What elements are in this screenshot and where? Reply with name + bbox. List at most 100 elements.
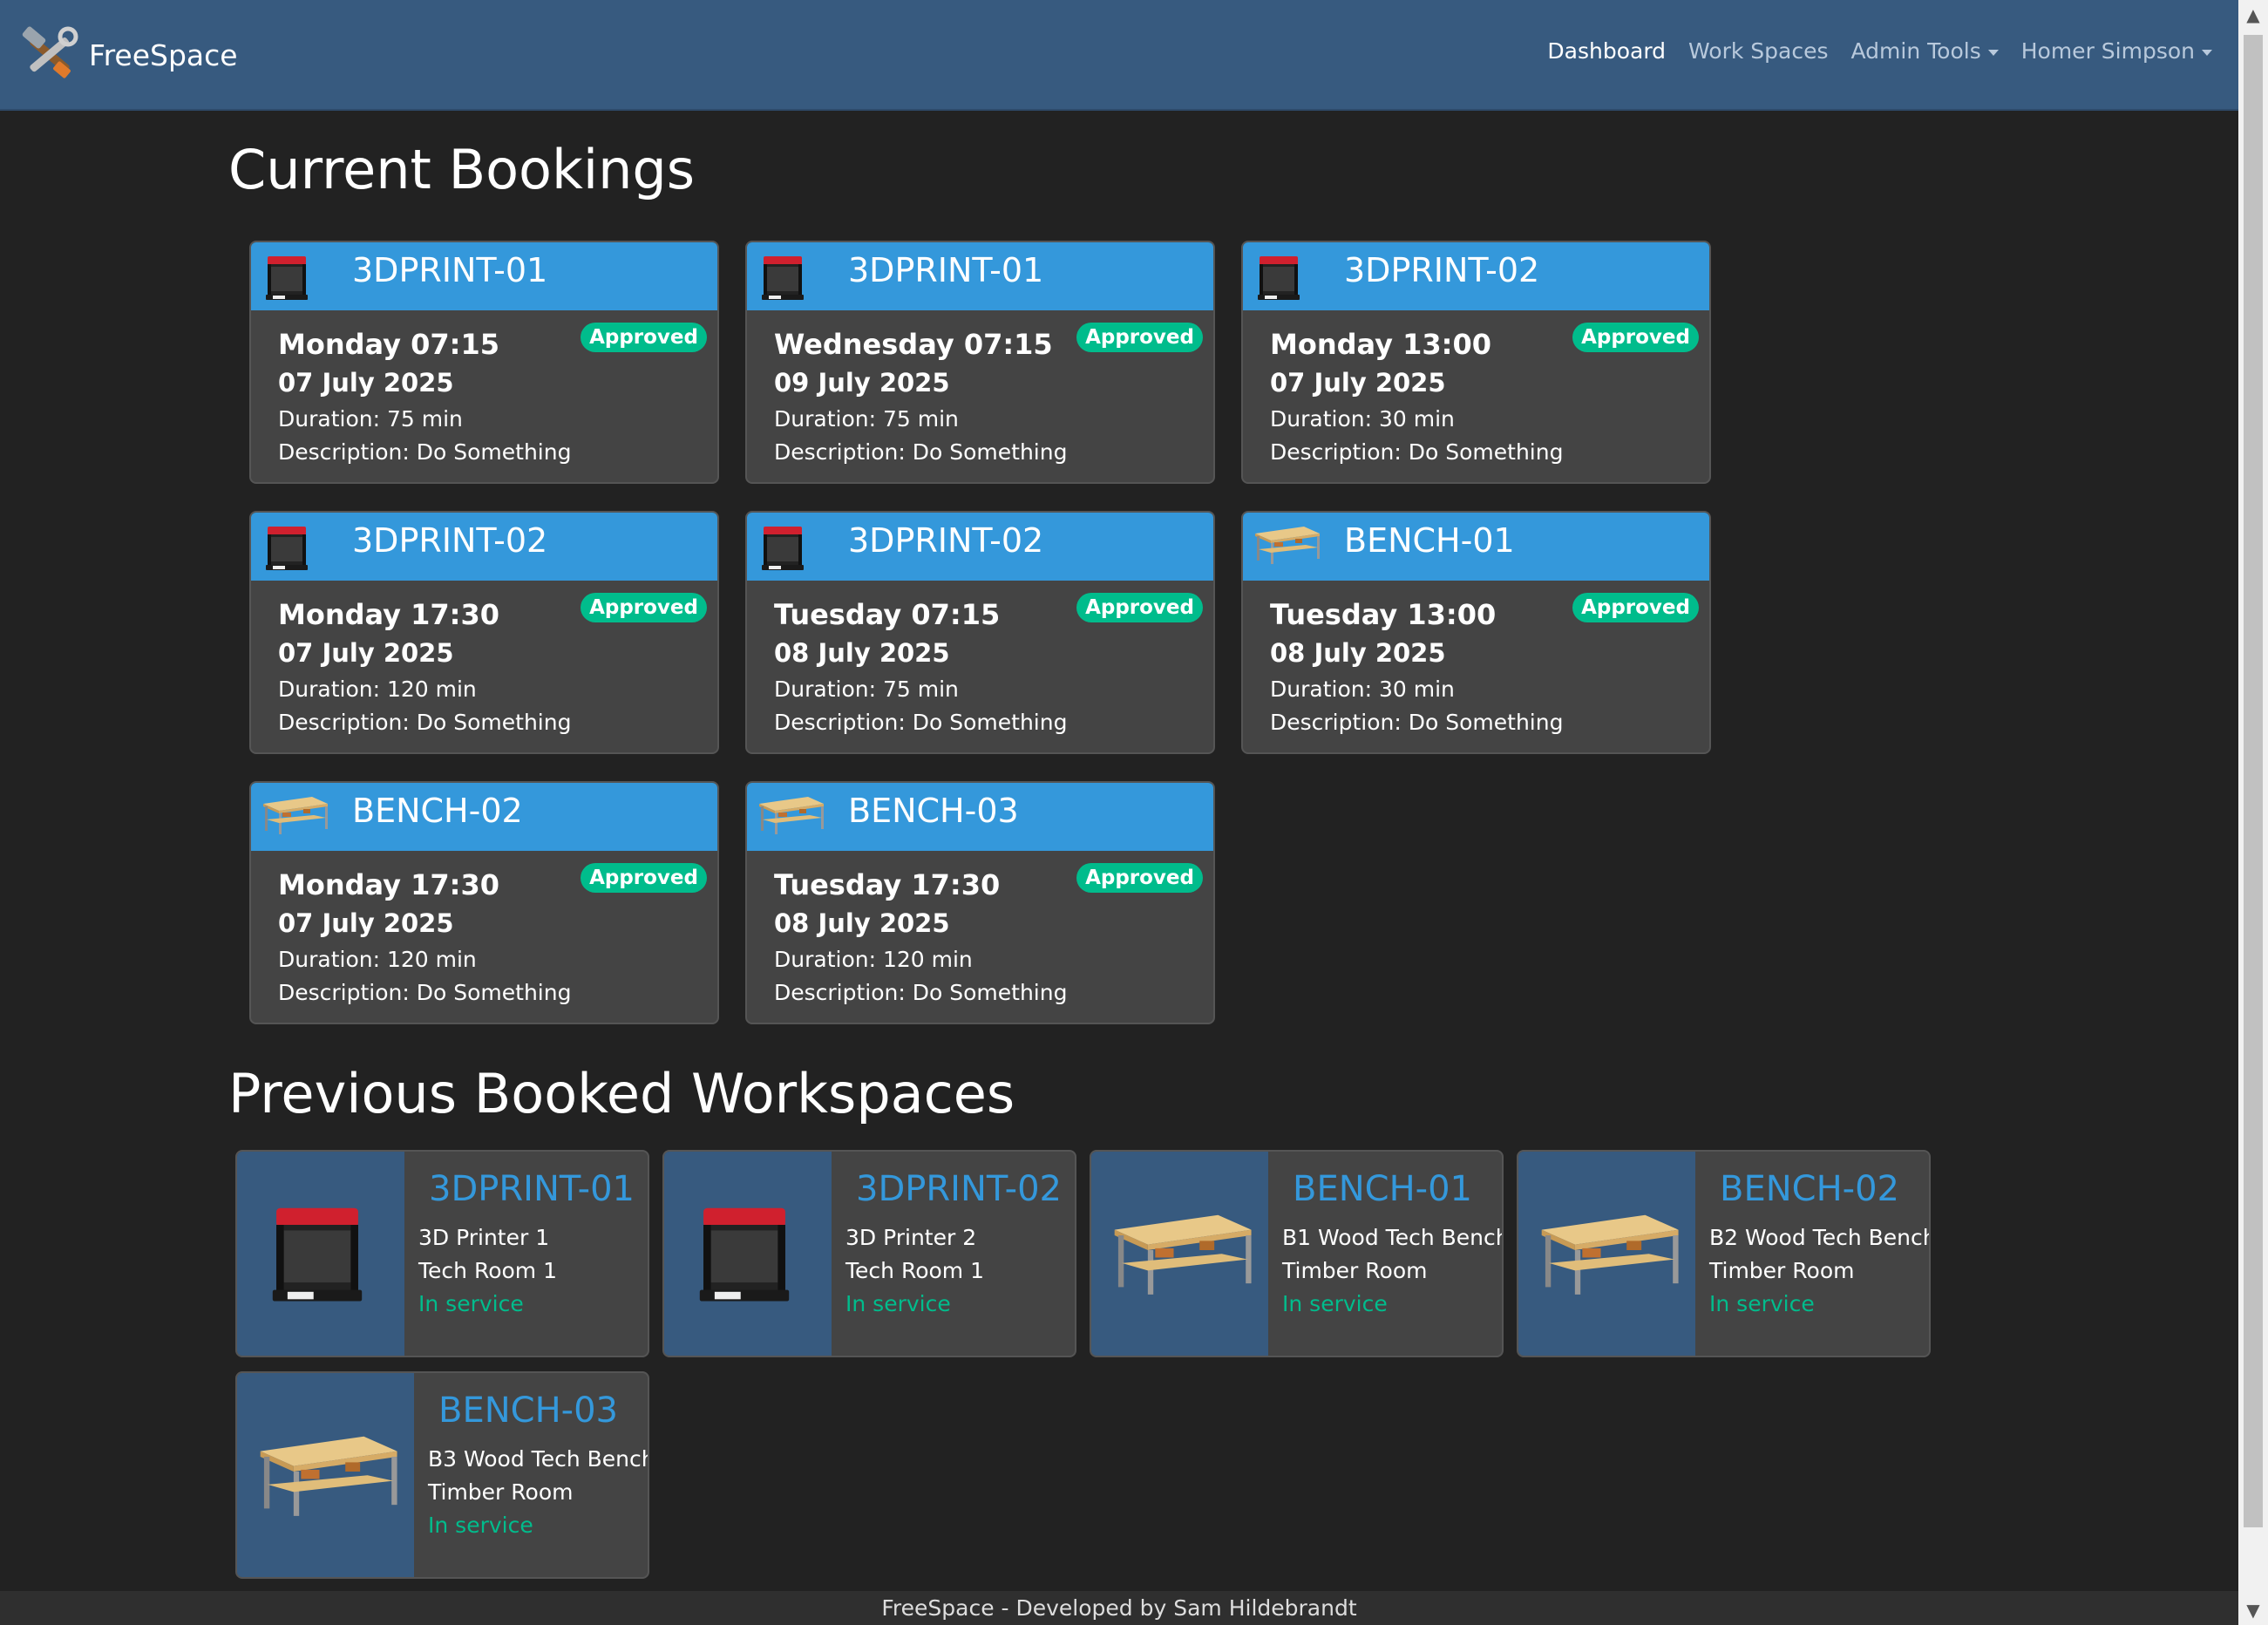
current-bookings-title: Current Bookings [228,138,696,201]
booking-day-time: Monday 13:00 [1270,328,1491,361]
booking-workspace-name: BENCH-03 [848,792,1019,830]
booking-description: Description: Do Something [774,710,1068,735]
booking-card-header: BENCH-01 [1243,513,1709,581]
nav-user-dropdown[interactable]: Homer Simpson [2021,38,2212,64]
booking-duration: Duration: 75 min [278,406,463,432]
workspace-card[interactable]: 3DPRINT-01 3D Printer 1 Tech Room 1 In s… [235,1150,649,1357]
footer-text: FreeSpace - Developed by Sam Hildebrandt [881,1595,1357,1621]
booking-card[interactable]: 3DPRINT-02 Approved Monday 17:30 07 July… [249,511,719,754]
workspace-room: Timber Room [1282,1258,1428,1283]
chevron-down-icon [2202,49,2212,56]
booking-description: Description: Do Something [1270,710,1564,735]
booking-card-header: 3DPRINT-02 [1243,242,1709,310]
booking-description: Description: Do Something [278,710,572,735]
booking-date: 07 July 2025 [278,908,454,938]
booking-card-header: BENCH-03 [747,783,1213,851]
booking-workspace-name: BENCH-02 [352,792,523,830]
workspace-name[interactable]: BENCH-03 [438,1390,618,1431]
booking-duration: Duration: 30 min [1270,677,1455,702]
printer-thumbnail [756,251,810,303]
booking-day-time: Wednesday 07:15 [774,328,1053,361]
workspace-name[interactable]: 3DPRINT-01 [429,1169,635,1209]
workspace-model: B3 Wood Tech Bench [428,1446,649,1472]
scrollbar[interactable]: ▲ ▼ [2238,0,2268,1625]
scroll-down-arrow-icon[interactable]: ▼ [2238,1595,2268,1625]
workspace-card[interactable]: 3DPRINT-02 3D Printer 2 Tech Room 1 In s… [662,1150,1076,1357]
booking-date: 09 July 2025 [774,368,950,398]
booking-description: Description: Do Something [278,980,572,1005]
booking-day-time: Tuesday 13:00 [1270,598,1497,631]
workspace-name[interactable]: BENCH-01 [1293,1169,1472,1209]
booking-date: 08 July 2025 [774,908,950,938]
workspace-name[interactable]: BENCH-02 [1720,1169,1899,1209]
navbar: FreeSpace Dashboard Work Spaces Admin To… [0,0,2238,111]
nav-menu: Dashboard Work Spaces Admin Tools Homer … [1547,38,2212,64]
booking-card-header: 3DPRINT-01 [747,242,1213,310]
printer-image [664,1152,832,1356]
bench-thumbnail [1252,521,1320,574]
printer-thumbnail [756,521,810,574]
status-badge: Approved [1572,593,1699,622]
workspace-model: 3D Printer 2 [845,1225,977,1250]
scrollbar-thumb[interactable] [2244,35,2263,1527]
booking-date: 08 July 2025 [774,638,950,668]
booking-card-header: 3DPRINT-01 [251,242,717,310]
nav-workspaces[interactable]: Work Spaces [1688,38,1828,64]
nav-admin-tools-label: Admin Tools [1850,38,1981,64]
nav-dashboard[interactable]: Dashboard [1547,38,1666,64]
booking-card[interactable]: BENCH-02 Approved Monday 17:30 07 July 2… [249,781,719,1024]
booking-card[interactable]: 3DPRINT-01 Approved Wednesday 07:15 09 J… [745,241,1215,484]
booking-card[interactable]: 3DPRINT-02 Approved Monday 13:00 07 July… [1241,241,1711,484]
booking-card[interactable]: BENCH-01 Approved Tuesday 13:00 08 July … [1241,511,1711,754]
nav-admin-tools-dropdown[interactable]: Admin Tools [1851,38,1999,64]
booking-workspace-name: 3DPRINT-02 [848,521,1044,560]
booking-workspace-name: 3DPRINT-02 [352,521,548,560]
workspace-model: 3D Printer 1 [418,1225,550,1250]
nav-user-label: Homer Simpson [2020,38,2195,64]
booking-description: Description: Do Something [774,980,1068,1005]
previous-workspaces-title: Previous Booked Workspaces [228,1062,1015,1125]
booking-card[interactable]: 3DPRINT-02 Approved Tuesday 07:15 08 Jul… [745,511,1215,754]
bench-image [237,1373,414,1577]
booking-day-time: Monday 07:15 [278,328,499,361]
booking-card[interactable]: 3DPRINT-01 Approved Monday 07:15 07 July… [249,241,719,484]
bench-thumbnail [756,792,824,844]
booking-card[interactable]: BENCH-03 Approved Tuesday 17:30 08 July … [745,781,1215,1024]
scroll-up-arrow-icon[interactable]: ▲ [2238,0,2268,30]
printer-thumbnail [1252,251,1306,303]
workspace-status: In service [845,1291,951,1316]
booking-duration: Duration: 30 min [1270,406,1455,432]
booking-card-header: 3DPRINT-02 [747,513,1213,581]
printer-image [237,1152,404,1356]
workspace-room: Tech Room 1 [845,1258,984,1283]
booking-day-time: Monday 17:30 [278,868,499,901]
status-badge: Approved [1076,323,1203,352]
bench-thumbnail [260,792,328,844]
status-badge: Approved [1572,323,1699,352]
footer: FreeSpace - Developed by Sam Hildebrandt [0,1591,2238,1625]
bench-image [1518,1152,1695,1356]
booking-description: Description: Do Something [774,439,1068,465]
booking-duration: Duration: 120 min [278,677,477,702]
booking-date: 07 July 2025 [1270,368,1446,398]
status-badge: Approved [1076,863,1203,893]
workspace-status: In service [418,1291,524,1316]
workspace-room: Tech Room 1 [418,1258,557,1283]
status-badge: Approved [581,593,707,622]
booking-day-time: Tuesday 17:30 [774,868,1001,901]
booking-description: Description: Do Something [1270,439,1564,465]
booking-day-time: Monday 17:30 [278,598,499,631]
printer-thumbnail [260,251,314,303]
brand-link[interactable]: FreeSpace [19,26,238,84]
workspace-card[interactable]: BENCH-03 B3 Wood Tech Bench Timber Room … [235,1371,649,1579]
workspace-card[interactable]: BENCH-02 B2 Wood Tech Bench Timber Room … [1517,1150,1931,1357]
booking-date: 07 July 2025 [278,368,454,398]
booking-workspace-name: 3DPRINT-01 [352,251,548,289]
workspace-name[interactable]: 3DPRINT-02 [856,1169,1062,1209]
booking-card-header: 3DPRINT-02 [251,513,717,581]
status-badge: Approved [1076,593,1203,622]
workspace-room: Timber Room [428,1479,574,1505]
booking-card-header: BENCH-02 [251,783,717,851]
workspace-card[interactable]: BENCH-01 B1 Wood Tech Bench Timber Room … [1090,1150,1504,1357]
workspace-room: Timber Room [1709,1258,1855,1283]
